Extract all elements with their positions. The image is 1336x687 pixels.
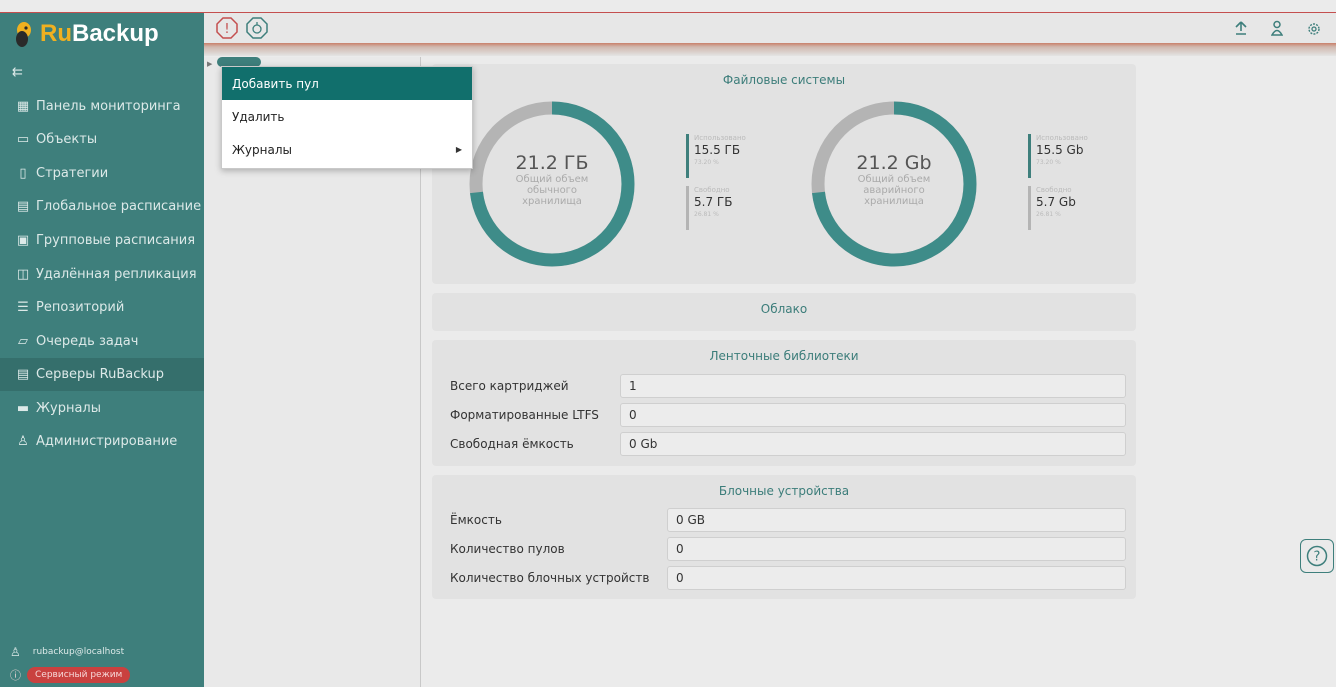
server-icon: ▤ bbox=[16, 367, 30, 382]
notification-icon[interactable] bbox=[246, 17, 268, 39]
queue-icon: ▱ bbox=[18, 334, 28, 349]
current-user: ♙ rubackup@localhost bbox=[10, 645, 125, 659]
block-row-label: Количество блочных устройств bbox=[450, 571, 650, 585]
normal-storage-legend: Использовано 15.5 ГБ 73.20 % Свободно 5.… bbox=[686, 134, 746, 230]
upload-icon[interactable] bbox=[1234, 20, 1248, 36]
tree-expand-icon[interactable]: ▶ bbox=[207, 60, 212, 68]
ltfs-formatted-field: 0 bbox=[620, 403, 1126, 427]
schedule-icon: ▤ bbox=[16, 199, 30, 214]
sidebar-item-dashboard[interactable]: ▦ Панель мониторинга bbox=[0, 90, 204, 123]
total-cartridges-field: 1 bbox=[620, 374, 1126, 398]
sidebar-item-repository[interactable]: ☰ Репозиторий bbox=[0, 291, 204, 324]
capacity-field: 0 GB bbox=[667, 508, 1126, 532]
tape-libraries-card: Ленточные библиотеки Всего картриджей 1 … bbox=[432, 340, 1136, 466]
menu-item-delete[interactable]: Удалить bbox=[222, 100, 472, 133]
logo-icon bbox=[16, 22, 31, 47]
emergency-free-stat: Свободно 5.7 Gb 26.81 % bbox=[1028, 186, 1088, 230]
service-mode: ⓘ Сервисный режим bbox=[10, 667, 131, 683]
top-header: ! bbox=[204, 13, 1336, 43]
logo[interactable]: RuBackup bbox=[0, 13, 204, 57]
info-icon: ⓘ bbox=[10, 669, 21, 682]
submenu-arrow-icon: ▶ bbox=[455, 145, 462, 154]
sidebar-item-group-schedules[interactable]: ▣ Групповые расписания bbox=[0, 224, 204, 257]
user-icon[interactable] bbox=[1271, 20, 1283, 36]
sidebar-item-rubackup-servers[interactable]: ▤ Серверы RuBackup bbox=[0, 358, 204, 391]
sidebar-item-remote-replication[interactable]: ◫ Удалённая репликация bbox=[0, 258, 204, 291]
block-row-label: Ёмкость bbox=[450, 513, 502, 527]
svg-text:!: ! bbox=[224, 22, 229, 37]
filesystems-card: Файловые системы 21.2 ГБ Общий объем обы… bbox=[432, 64, 1136, 284]
context-menu: Добавить пул Удалить Журналы ▶ bbox=[221, 66, 473, 169]
settings-icon[interactable] bbox=[1307, 22, 1321, 36]
user-icon: ♙ bbox=[10, 645, 21, 659]
help-icon: ? bbox=[1306, 545, 1328, 567]
filesystems-title: Файловые системы bbox=[722, 73, 846, 87]
sidebar-item-global-schedule[interactable]: ▤ Глобальное расписание bbox=[0, 190, 204, 223]
tape-row-label: Всего картриджей bbox=[450, 379, 569, 393]
menu-item-add-pool[interactable]: Добавить пул bbox=[222, 67, 472, 100]
tape-row-label: Форматированные LTFS bbox=[450, 408, 599, 422]
dashboard-icon: ▦ bbox=[16, 99, 30, 114]
svg-text:?: ? bbox=[1314, 550, 1321, 565]
collapse-menu-icon[interactable]: ⇇ bbox=[12, 65, 23, 80]
sidebar: ⇇ ▦ Панель мониторинга ▭ Объекты ▯ Стратеги… bbox=[0, 57, 204, 687]
normal-used-stat: Использовано 15.5 ГБ 73.20 % bbox=[686, 134, 746, 178]
free-capacity-field: 0 Gb bbox=[620, 432, 1126, 456]
tape-libraries-title: Ленточные библиотеки bbox=[709, 349, 859, 363]
replication-icon: ◫ bbox=[16, 267, 30, 282]
menu-item-journals[interactable]: Журналы ▶ bbox=[222, 133, 472, 166]
normal-storage-center: 21.2 ГБ Общий объем обычного хранилища bbox=[515, 152, 589, 207]
sidebar-item-journals[interactable]: ▬ Журналы bbox=[0, 392, 204, 425]
database-icon: ☰ bbox=[17, 300, 29, 315]
group-schedule-icon: ▣ bbox=[16, 233, 30, 248]
sidebar-item-strategies[interactable]: ▯ Стратегии bbox=[0, 157, 204, 190]
emergency-used-stat: Использовано 15.5 Gb 73.20 % bbox=[1028, 134, 1088, 178]
log-icon: ▬ bbox=[16, 401, 30, 416]
pool-count-field: 0 bbox=[667, 537, 1126, 561]
sidebar-item-administration[interactable]: ♙ Администрирование bbox=[0, 425, 204, 458]
monitor-icon: ▭ bbox=[16, 132, 30, 147]
cloud-card: Облако bbox=[432, 293, 1136, 331]
admin-icon: ♙ bbox=[17, 434, 29, 449]
emergency-storage-legend: Использовано 15.5 Gb 73.20 % Свободно 5.… bbox=[1028, 134, 1088, 230]
service-mode-badge[interactable]: Сервисный режим bbox=[27, 667, 131, 683]
cloud-title: Облако bbox=[760, 302, 808, 316]
alert-icon[interactable]: ! bbox=[216, 17, 238, 39]
sidebar-item-task-queue[interactable]: ▱ Очередь задач bbox=[0, 325, 204, 358]
sidebar-item-objects[interactable]: ▭ Объекты bbox=[0, 123, 204, 156]
tape-row-label: Свободная ёмкость bbox=[450, 437, 574, 451]
normal-free-stat: Свободно 5.7 ГБ 26.81 % bbox=[686, 186, 746, 230]
block-device-count-field: 0 bbox=[667, 566, 1126, 590]
header-shadow bbox=[204, 43, 1336, 56]
block-row-label: Количество пулов bbox=[450, 542, 565, 556]
help-button[interactable]: ? bbox=[1300, 539, 1334, 573]
block-devices-card: Блочные устройства Ёмкость 0 GB Количест… bbox=[432, 475, 1136, 599]
strategy-icon: ▯ bbox=[19, 166, 27, 181]
block-devices-title: Блочные устройства bbox=[718, 484, 850, 498]
emergency-storage-center: 21.2 Gb Общий объем аварийного хранилища bbox=[856, 152, 932, 207]
logo-text: RuBackup bbox=[40, 20, 159, 47]
